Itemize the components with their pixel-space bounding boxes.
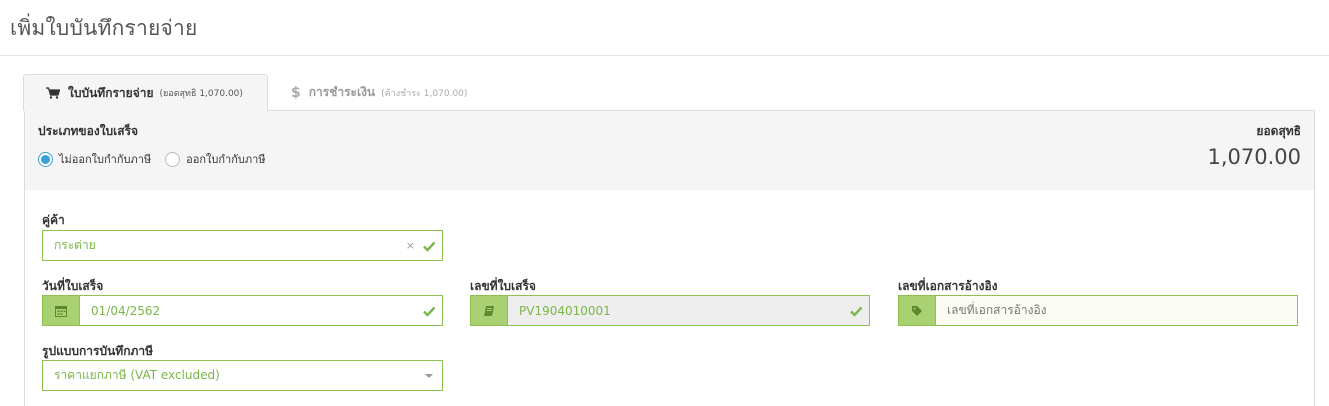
receipt-no-input: PV1904010001	[470, 295, 870, 326]
tab-payment-note: (ค้างชำระ 1,070.00)	[381, 88, 468, 99]
tab-payment-label: การชำระเงิน	[308, 85, 376, 99]
receipt-no-label: เลขที่ใบเสร็จ	[470, 279, 536, 293]
receipt-date-value: 01/04/2562	[91, 303, 161, 318]
tab-payment[interactable]: $ การชำระเงิน (ค้างชำระ 1,070.00)	[291, 74, 491, 111]
radio-tax-invoice-label[interactable]: ออกใบกำกับภาษี	[186, 150, 265, 168]
vendor-label: คู่ค้า	[42, 213, 65, 227]
vendor-value: กระต่าย	[54, 238, 96, 252]
book-icon	[471, 296, 508, 325]
tax-mode-select[interactable]: ราคาแยกภาษี (VAT excluded)	[42, 360, 443, 391]
tab-expense-record[interactable]: ใบบันทึกรายจ่าย (ยอดสุทธิ 1,070.00)	[23, 74, 268, 111]
chevron-down-icon	[425, 373, 433, 378]
receipt-no-value: PV1904010001	[519, 303, 611, 318]
receipt-date-label: วันที่ใบเสร็จ	[42, 279, 104, 293]
tab-expense-record-label: ใบบันทึกรายจ่าย	[68, 85, 154, 100]
form-body: คู่ค้า กระต่าย × วันที่ใบเสร็จ 01/04/256…	[24, 190, 1315, 406]
doc-type-options: ไม่ออกใบกำกับภาษี ออกใบกำกับภาษี	[38, 150, 280, 168]
doc-type-label: ประเภทของใบเสร็จ	[38, 124, 139, 138]
check-icon	[423, 306, 436, 317]
reference-no-label: เลขที่เอกสารอ้างอิง	[898, 279, 998, 293]
radio-no-tax-invoice[interactable]	[38, 151, 53, 167]
clear-icon[interactable]: ×	[406, 239, 415, 252]
dollar-icon: $	[291, 84, 301, 101]
receipt-date-input[interactable]: 01/04/2562	[42, 295, 443, 326]
radio-tax-invoice[interactable]	[165, 151, 181, 167]
reference-no-placeholder: เลขที่เอกสารอ้างอิง	[947, 303, 1047, 317]
shopping-cart-icon	[46, 87, 60, 99]
radio-no-tax-invoice-label[interactable]: ไม่ออกใบกำกับภาษี	[59, 150, 151, 168]
tax-mode-value: ราคาแยกภาษี (VAT excluded)	[54, 368, 220, 382]
tab-bar: ใบบันทึกรายจ่าย (ยอดสุทธิ 1,070.00) $ กา…	[23, 74, 1315, 111]
page-title: เพิ่มใบบันทึกรายจ่าย	[10, 16, 198, 40]
title-divider	[0, 55, 1329, 56]
tab-expense-record-note: (ยอดสุทธิ 1,070.00)	[159, 89, 243, 99]
summary-header: ประเภทของใบเสร็จ ไม่ออกใบกำกับภาษี ออกใบ…	[24, 110, 1315, 191]
tag-icon	[899, 296, 936, 325]
tax-mode-label: รูปแบบการบันทึกภาษี	[42, 344, 154, 358]
vendor-select[interactable]: กระต่าย ×	[42, 230, 443, 261]
check-icon	[850, 306, 863, 317]
net-total-value: 1,070.00	[1207, 145, 1301, 169]
check-icon	[423, 241, 436, 252]
net-total-label: ยอดสุทธิ	[1256, 124, 1301, 138]
calendar-icon[interactable]	[43, 296, 80, 325]
reference-no-input[interactable]: เลขที่เอกสารอ้างอิง	[898, 295, 1298, 326]
